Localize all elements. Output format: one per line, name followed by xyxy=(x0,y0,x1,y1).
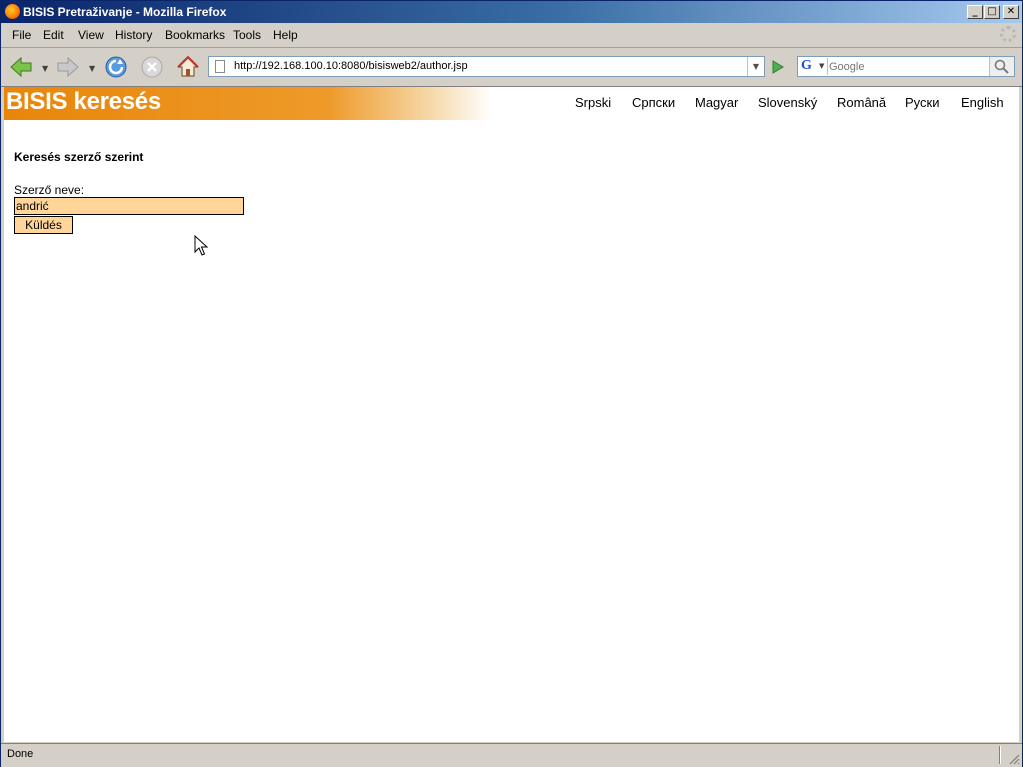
browser-window: BISIS Pretraživanje - Mozilla Firefox _ … xyxy=(0,0,1023,767)
lang-link-ruski[interactable]: Руски xyxy=(905,95,939,110)
search-box[interactable]: G ▼ xyxy=(797,56,1015,77)
window-title: BISIS Pretraživanje - Mozilla Firefox xyxy=(23,5,227,19)
resize-grip-icon[interactable] xyxy=(1008,753,1020,765)
author-name-label: Szerző neve: xyxy=(14,183,85,197)
home-icon[interactable] xyxy=(176,55,200,79)
lang-link-english[interactable]: English xyxy=(961,95,1004,110)
page-heading: Keresés szerző szerint xyxy=(14,150,144,164)
google-icon: G xyxy=(801,58,812,73)
menu-file[interactable]: File xyxy=(12,28,31,42)
back-arrow-icon[interactable] xyxy=(9,55,33,79)
site-brand: BISIS keresés xyxy=(6,88,161,115)
lang-link-magyar[interactable]: Magyar xyxy=(695,95,738,110)
firefox-icon xyxy=(5,4,20,19)
back-history-dropdown-icon[interactable]: ▼ xyxy=(42,64,48,73)
go-button-icon[interactable] xyxy=(767,57,787,77)
submit-button[interactable]: Küldés xyxy=(14,216,73,234)
search-input[interactable] xyxy=(829,58,985,75)
lang-link-slovensky[interactable]: Slovenský xyxy=(758,95,817,110)
lang-link-srpski[interactable]: Srpski xyxy=(575,95,611,110)
mouse-cursor-icon xyxy=(194,235,208,256)
header-banner: BISIS keresés Srpski Српски Magyar Slove… xyxy=(4,87,1019,120)
menu-tools[interactable]: Tools xyxy=(233,28,261,42)
forward-history-dropdown-icon[interactable]: ▼ xyxy=(89,64,95,73)
throbber-icon xyxy=(1000,26,1016,42)
stop-icon[interactable] xyxy=(140,55,164,79)
menu-history[interactable]: History xyxy=(115,28,152,42)
menu-bar: File Edit View History Bookmarks Tools H… xyxy=(1,23,1022,48)
menu-help[interactable]: Help xyxy=(273,28,298,42)
maximize-button[interactable]: □ xyxy=(984,5,1000,19)
minimize-button[interactable]: _ xyxy=(967,5,983,19)
forward-arrow-icon[interactable] xyxy=(56,55,80,79)
menu-edit[interactable]: Edit xyxy=(43,28,64,42)
search-icon[interactable] xyxy=(989,57,1014,76)
reload-icon[interactable] xyxy=(104,55,128,79)
status-separator xyxy=(999,746,1001,764)
url-dropdown-icon[interactable]: ▼ xyxy=(747,57,764,76)
status-text: Done xyxy=(7,748,34,760)
title-bar: BISIS Pretraživanje - Mozilla Firefox _ … xyxy=(1,1,1022,23)
lang-link-srpski-cyrillic[interactable]: Српски xyxy=(632,95,675,110)
menu-bookmarks[interactable]: Bookmarks xyxy=(165,28,225,42)
search-engine-selector[interactable]: G ▼ xyxy=(799,58,828,75)
page-content: BISIS keresés Srpski Српски Magyar Slove… xyxy=(4,87,1019,742)
chevron-down-icon: ▼ xyxy=(819,62,825,70)
address-bar[interactable]: http://192.168.100.10:8080/bisisweb2/aut… xyxy=(208,56,765,77)
page-icon xyxy=(215,60,225,73)
url-text[interactable]: http://192.168.100.10:8080/bisisweb2/aut… xyxy=(234,60,468,72)
lang-link-romana[interactable]: Română xyxy=(837,95,886,110)
status-bar: Done xyxy=(1,743,1022,767)
navigation-toolbar: ▼ ▼ http://192.168.100.10:8080/bisisweb2… xyxy=(1,48,1022,87)
author-name-input[interactable] xyxy=(14,197,244,215)
menu-view[interactable]: View xyxy=(78,28,104,42)
close-button[interactable]: ✕ xyxy=(1003,5,1019,19)
